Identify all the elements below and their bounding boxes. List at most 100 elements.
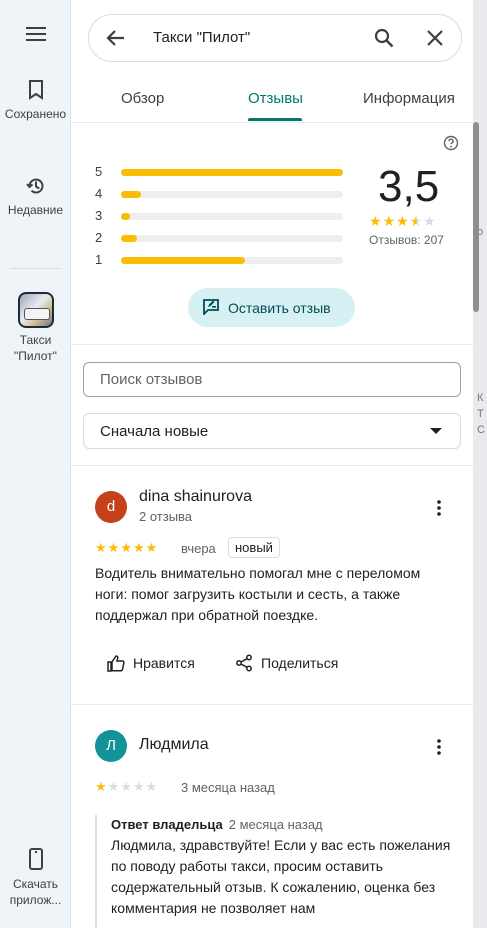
saved-label: Сохранено: [4, 107, 67, 121]
thumb-up-icon: [107, 655, 125, 672]
recent-place-button[interactable]: Такси "Пилот": [0, 292, 71, 364]
hamburger-icon: [25, 27, 46, 41]
star-icon: ★: [95, 779, 108, 794]
more-vert-icon: [437, 500, 441, 516]
avatar[interactable]: d: [95, 491, 127, 523]
saved-button[interactable]: Сохранено: [0, 80, 71, 122]
recent-button[interactable]: Недавние: [0, 176, 71, 218]
like-button[interactable]: Нравится: [107, 655, 207, 675]
review-stars: ★★★★★: [95, 779, 158, 795]
star-icon: ★: [120, 540, 133, 555]
owner-reply-text: Людмила, здравствуйте! Если у вас есть п…: [111, 837, 451, 916]
review-date: вчера: [181, 541, 216, 556]
star-icon: ★: [423, 213, 437, 229]
tab-reviews[interactable]: Отзывы: [248, 90, 303, 107]
review-author[interactable]: dina shainurova: [139, 488, 252, 506]
star-icon: ★: [145, 779, 159, 794]
star-icon: ★: [120, 779, 133, 794]
search-icon: [374, 28, 394, 48]
tab-bar: Обзор Отзывы Информация: [71, 78, 473, 123]
review-search-input[interactable]: [100, 363, 440, 396]
star-icon: ★: [369, 213, 383, 229]
review-more-button[interactable]: [433, 738, 445, 761]
clear-search-button[interactable]: [424, 27, 446, 54]
rating-bar-label: 3: [95, 208, 103, 223]
menu-button[interactable]: [0, 26, 71, 48]
review-search: [83, 362, 461, 397]
rating-bar-track: [121, 235, 343, 242]
star-icon: ★: [132, 779, 146, 794]
sort-dropdown[interactable]: Сначала новые: [83, 413, 461, 449]
share-button[interactable]: Поделиться: [235, 654, 355, 675]
download-label: Скачать прилож...: [9, 877, 62, 907]
rating-bar-label: 5: [95, 164, 103, 179]
rail-divider: [10, 268, 60, 269]
rating-bar-track: [121, 169, 343, 176]
search-query[interactable]: Такси "Пилот": [153, 29, 250, 46]
star-icon: ★: [145, 540, 159, 555]
average-stars: ★★★★★: [369, 213, 437, 230]
bookmark-icon: [28, 80, 43, 100]
tab-overview[interactable]: Обзор: [121, 90, 164, 107]
star-icon: ★: [107, 779, 121, 794]
help-icon: [443, 135, 459, 151]
star-icon: ★: [107, 540, 121, 555]
search-box: Такси "Пилот": [88, 14, 462, 62]
help-button[interactable]: [443, 135, 459, 156]
arrow-back-icon: [106, 30, 124, 46]
write-review-button[interactable]: Оставить отзыв: [188, 288, 355, 327]
average-rating: 3,5: [378, 162, 440, 211]
rating-bar-label: 1: [95, 252, 103, 267]
rating-bar-track: [121, 191, 343, 198]
share-label: Поделиться: [261, 655, 339, 671]
back-button[interactable]: [105, 27, 127, 54]
rating-bar-fill: [121, 169, 343, 176]
sort-selected-value: Сначала новые: [100, 423, 209, 440]
rating-bar-fill: [121, 235, 137, 242]
panel-scrollbar[interactable]: [473, 122, 479, 312]
share-icon: [236, 654, 252, 672]
owner-reply-date: 2 месяца назад: [228, 817, 323, 832]
review-count: Отзывов: 207: [369, 233, 444, 247]
rating-bar-fill: [121, 191, 141, 198]
active-tab-indicator: [248, 118, 302, 121]
divider: [71, 465, 473, 466]
star-icon: ★: [95, 540, 108, 555]
review-text: Водитель внимательно помогал мне с перел…: [95, 565, 421, 623]
download-app-button[interactable]: Скачать прилож...: [0, 848, 71, 908]
more-vert-icon: [437, 739, 441, 755]
owner-reply: Ответ владельца 2 месяца назад Людмила, з…: [95, 815, 455, 928]
rating-bar-fill: [121, 213, 130, 220]
rating-bar-fill: [121, 257, 245, 264]
divider: [71, 704, 473, 705]
review-more-button[interactable]: [433, 499, 445, 522]
owner-reply-header: Ответ владельца 2 месяца назад: [111, 815, 455, 835]
place-panel: Такси "Пилот" Обзор Отзывы Информация 5 4…: [71, 0, 473, 928]
rate-review-icon: [203, 299, 219, 315]
like-label: Нравится: [133, 655, 195, 671]
rating-bar-track: [121, 257, 343, 264]
star-icon: ★: [396, 213, 410, 229]
rating-bar-track: [121, 213, 343, 220]
review-stars: ★★★★★: [95, 540, 158, 556]
dropdown-arrow-icon: [430, 428, 442, 434]
history-icon: [25, 178, 43, 194]
close-icon: [427, 30, 443, 46]
star-icon: ★: [409, 213, 424, 229]
review-author[interactable]: Людмила: [139, 736, 209, 754]
left-rail: Сохранено Недавние Такси "Пилот" Скачать…: [0, 0, 71, 928]
review-author-meta: 2 отзыва: [139, 509, 193, 524]
place-thumbnail: [17, 292, 54, 328]
recent-label: Недавние: [7, 203, 64, 217]
avatar[interactable]: Л: [95, 730, 127, 762]
tab-info[interactable]: Информация: [363, 90, 455, 107]
recent-place-label: Такси "Пилот": [14, 333, 57, 363]
write-review-label: Оставить отзыв: [228, 300, 331, 316]
star-icon: ★: [382, 213, 397, 229]
rating-bar-label: 2: [95, 230, 103, 245]
search-button[interactable]: [373, 27, 395, 54]
new-badge: новый: [228, 537, 280, 558]
review-date: 3 месяца назад: [181, 780, 275, 795]
star-icon: ★: [132, 540, 146, 555]
divider: [71, 344, 473, 345]
